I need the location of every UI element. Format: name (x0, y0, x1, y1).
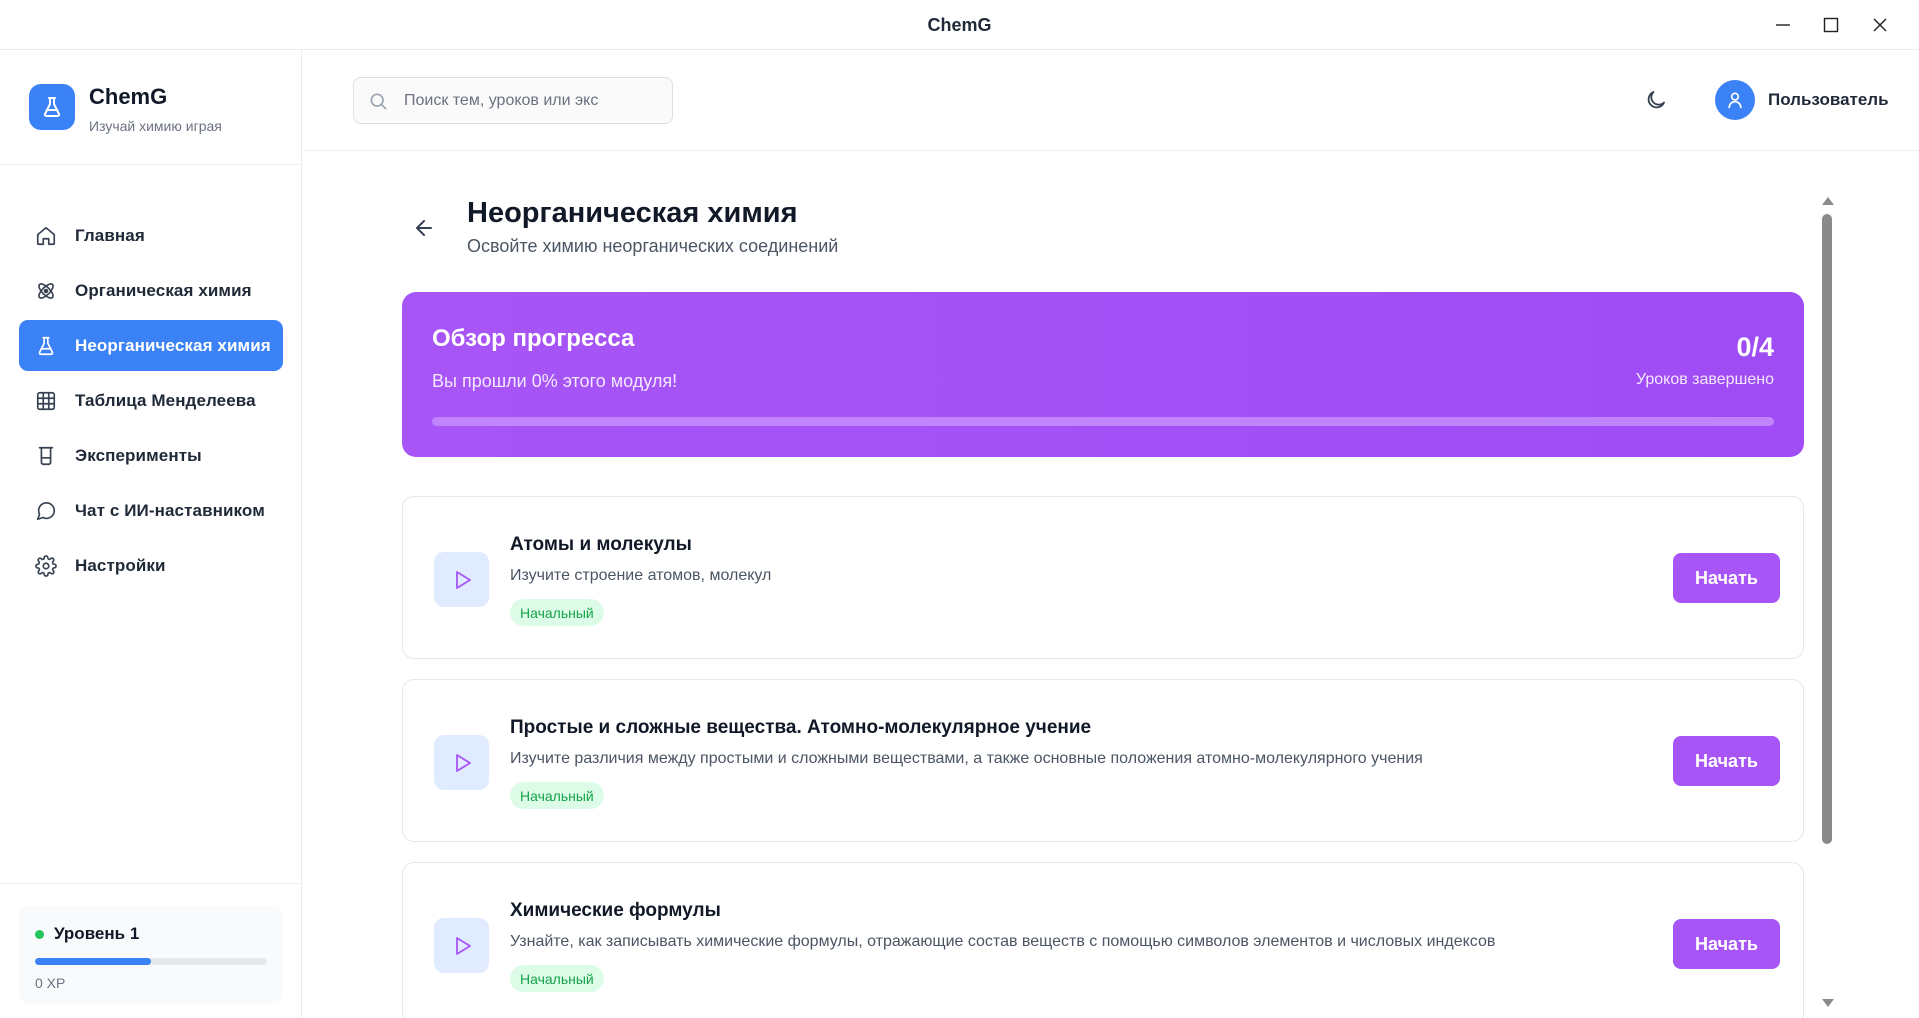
minimize-icon (1776, 24, 1790, 26)
brand-tagline: Изучай химию играя (89, 118, 222, 134)
sidebar-item-label: Органическая химия (75, 280, 252, 300)
moon-icon (1647, 91, 1665, 109)
sidebar: ChemG Изучай химию играя Главная Органич… (0, 50, 302, 1018)
chat-icon (33, 498, 59, 524)
arrow-left-icon (416, 220, 432, 236)
maximize-button[interactable] (1806, 0, 1856, 50)
search-input[interactable] (404, 78, 634, 123)
play-icon (434, 918, 489, 973)
search-box (353, 77, 673, 124)
avatar (1715, 80, 1755, 120)
page-title: Неорганическая химия (467, 197, 798, 229)
sidebar-item-home[interactable]: Главная (19, 210, 283, 261)
back-button[interactable] (409, 213, 439, 243)
atom-icon (33, 278, 59, 304)
lesson-list: Атомы и молекулы Изучите строение атомов… (402, 496, 1804, 1018)
sidebar-item-label: Неорганическая химия (75, 335, 271, 355)
lesson-title: Простые и сложные вещества. Атомно-молек… (510, 717, 1092, 738)
scrollbar-thumb[interactable] (1822, 214, 1832, 844)
search-icon (370, 93, 387, 110)
main-content: Неорганическая химия Освойте химию неорг… (303, 151, 1919, 1018)
lesson-description: Узнайте, как записывать химические форму… (510, 933, 1496, 950)
sidebar-footer: Уровень 1 0 XP (0, 883, 302, 1018)
maximize-icon (1823, 17, 1839, 33)
beaker-icon (33, 443, 59, 469)
user-icon (1728, 92, 1742, 109)
sidebar-item-label: Эксперименты (75, 445, 202, 465)
scroll-down-arrow-icon[interactable] (1822, 999, 1834, 1007)
sidebar-item-inorganic[interactable]: Неорганическая химия (19, 320, 283, 371)
level-progress-fill (35, 958, 151, 965)
lesson-description: Изучите строение атомов, молекул (510, 567, 772, 584)
sidebar-item-periodic-table[interactable]: Таблица Менделеева (19, 375, 283, 426)
user-menu[interactable]: Пользователь (1715, 80, 1889, 120)
flask-logo-icon (29, 84, 75, 130)
lesson-title: Атомы и молекулы (510, 534, 692, 555)
sidebar-item-ai-chat[interactable]: Чат с ИИ-наставником (19, 485, 283, 536)
level-card: Уровень 1 0 XP (19, 906, 283, 1004)
brand-name: ChemG (89, 84, 168, 109)
user-name: Пользователь (1768, 90, 1889, 109)
start-lesson-button[interactable]: Начать (1673, 736, 1780, 786)
home-icon (33, 223, 59, 249)
level-progress-bar (35, 958, 267, 965)
progress-title: Обзор прогресса (432, 325, 635, 352)
lesson-description: Изучите различия между простыми и сложны… (510, 750, 1423, 767)
table-icon (33, 388, 59, 414)
sidebar-item-label: Таблица Менделеева (75, 390, 256, 410)
sidebar-nav: Главная Органическая химия Неорганическа… (19, 210, 283, 595)
progress-subtitle: Вы прошли 0% этого модуля! (432, 371, 678, 391)
lesson-card: Атомы и молекулы Изучите строение атомов… (402, 496, 1804, 659)
window-title: ChemG (927, 15, 992, 35)
start-lesson-button[interactable]: Начать (1673, 553, 1780, 603)
sidebar-item-experiments[interactable]: Эксперименты (19, 430, 283, 481)
play-icon (434, 735, 489, 790)
level-status-dot (35, 930, 44, 939)
sidebar-item-label: Настройки (75, 555, 166, 575)
lessons-completed-count: 0/4 (1736, 332, 1774, 362)
lesson-card: Химические формулы Узнайте, как записыва… (402, 862, 1804, 1018)
difficulty-badge: Начальный (510, 965, 604, 992)
lesson-title: Химические формулы (510, 900, 721, 921)
sidebar-item-organic[interactable]: Органическая химия (19, 265, 283, 316)
main-scrollbar[interactable] (1819, 197, 1835, 1018)
progress-overview-card: Обзор прогресса Вы прошли 0% этого модул… (402, 292, 1804, 457)
difficulty-badge: Начальный (510, 782, 604, 809)
theme-toggle-button[interactable] (1640, 84, 1672, 116)
difficulty-badge: Начальный (510, 599, 604, 626)
scroll-up-arrow-icon[interactable] (1822, 197, 1834, 205)
lessons-completed-label: Уроков завершено (1635, 371, 1774, 388)
level-label: Уровень 1 (54, 924, 140, 943)
sidebar-item-label: Главная (75, 225, 145, 245)
start-lesson-button[interactable]: Начать (1673, 919, 1780, 969)
page-subtitle: Освойте химию неорганических соединений (467, 236, 839, 256)
flask-icon (33, 333, 59, 359)
close-button[interactable] (1855, 0, 1905, 50)
level-xp: 0 XP (35, 975, 66, 991)
top-header: Пользователь (303, 50, 1919, 151)
brand: ChemG Изучай химию играя (0, 50, 302, 165)
sidebar-item-settings[interactable]: Настройки (19, 540, 283, 591)
module-progress-bar (432, 417, 1774, 426)
gear-icon (33, 553, 59, 579)
play-icon (434, 552, 489, 607)
minimize-button[interactable] (1758, 0, 1808, 50)
close-icon (1873, 18, 1887, 32)
sidebar-item-label: Чат с ИИ-наставником (75, 500, 265, 520)
window-titlebar: ChemG (0, 0, 1919, 50)
lesson-card: Простые и сложные вещества. Атомно-молек… (402, 679, 1804, 842)
